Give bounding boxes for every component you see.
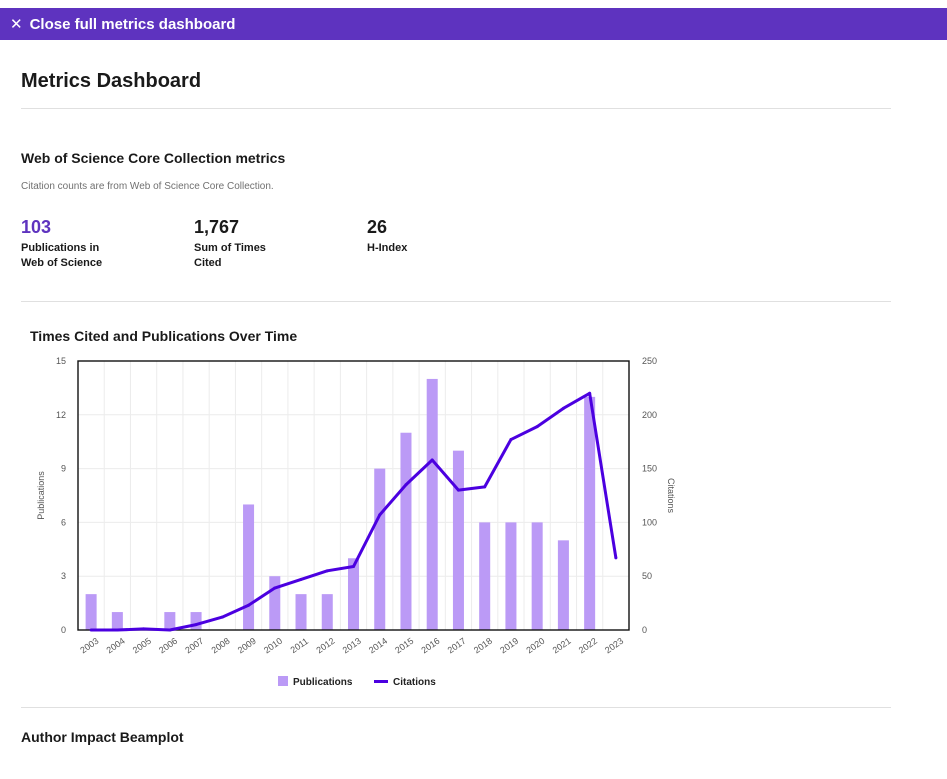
bar [374,468,386,630]
bar [164,612,176,630]
citations-point [115,628,119,632]
metric-h-index: 26 H-Index [367,216,477,256]
x-tick-label: 2003 [78,636,100,656]
bar [584,396,596,630]
y-tick-label: 0 [61,625,66,635]
y2-tick-label: 200 [642,410,657,420]
x-tick-label: 2017 [446,636,468,656]
citations-point [614,556,618,560]
wos-section-title: Web of Science Core Collection metrics [21,150,286,166]
bar [85,594,97,630]
y2-tick-label: 0 [642,625,647,635]
citations-point [378,513,382,517]
x-tick-label: 2021 [551,636,573,656]
citations-point [89,628,93,632]
citations-point [430,458,434,462]
bar [321,594,333,630]
citations-point [299,577,303,581]
metric-label: H-Index [367,242,408,254]
bar [347,558,360,630]
bar [452,450,464,630]
bar [243,504,255,630]
x-tick-label: 2018 [472,636,494,656]
x-tick-label: 2019 [498,636,520,656]
divider [21,108,891,109]
x-tick-label: 2015 [393,636,415,656]
citations-point [168,628,172,632]
y2-tick-label: 250 [642,356,657,366]
metric-value: 26 [367,217,388,237]
y-tick-label: 12 [56,410,66,420]
citations-point [535,425,539,429]
divider [21,301,891,302]
metric-publications[interactable]: 103 Publications in Web of Science [21,216,111,271]
bar [505,522,517,630]
x-tick-label: 2020 [524,636,546,656]
bar [269,576,281,630]
bar [557,540,569,630]
y-tick-label: 6 [61,517,66,527]
metric-value: 1,767 [194,217,240,237]
citations-point [588,391,592,395]
citations-point [561,406,565,410]
bar [531,522,543,630]
bar [295,594,307,630]
y2-tick-label: 100 [642,517,657,527]
citations-point [142,627,146,631]
y-tick-label: 9 [61,464,66,474]
citations-point [325,569,329,573]
citations-point [194,623,198,627]
metric-label: Publications in Web of Science [21,242,103,269]
citations-point [352,565,355,569]
citations-point [456,488,460,492]
x-tick-label: 2011 [289,636,311,655]
x-tick-label: 2022 [577,636,599,656]
x-tick-label: 2014 [367,636,389,656]
metric-label: Sum of Times Cited [194,242,266,269]
x-tick-label: 2007 [183,636,205,656]
y-axis-title: Publications [36,471,46,520]
beamplot-title: Author Impact Beamplot [21,729,184,745]
citations-point [509,438,513,442]
divider [21,707,891,708]
y-tick-label: 15 [56,356,66,366]
x-tick-label: 2012 [314,636,336,656]
bar [400,432,412,630]
x-tick-label: 2005 [131,636,153,656]
chart-title: Times Cited and Publications Over Time [30,328,298,344]
citations-point [220,615,224,619]
metric-value: 103 [21,217,52,237]
bar [426,378,438,630]
legend-label-publications: Publications [293,677,353,688]
x-tick-label: 2006 [157,636,179,656]
legend-label-citations: Citations [393,677,436,688]
x-tick-label: 2013 [341,636,363,656]
close-dashboard-label: Close full metrics dashboard [29,15,236,33]
x-tick-label: 2009 [236,636,258,656]
x-tick-label: 2008 [210,636,232,656]
times-cited-chart: 036912150501001502002502003 2004 2005 2006 2… [36,356,676,688]
citations-point [247,603,251,607]
x-tick-label: 2004 [105,636,127,656]
x-tick-label: 2016 [419,636,441,656]
y2-tick-label: 50 [642,571,652,581]
metric-times-cited: 1,767 Sum of Times Cited [194,216,279,271]
bar [479,522,491,630]
y-tick-label: 3 [61,571,66,581]
citations-point [273,586,277,590]
close-icon: ✕ [10,16,23,33]
bar [190,612,202,630]
citations-point [483,485,487,489]
citations-point [404,483,408,487]
legend-swatch-citations [374,680,388,683]
legend-swatch-publications [278,676,288,686]
citation-note: Citation counts are from Web of Science … [21,181,274,192]
bar [111,612,123,630]
y2-tick-label: 150 [642,464,657,474]
close-dashboard-button[interactable]: ✕ Close full metrics dashboard [0,8,947,40]
x-tick-label: 2023 [603,636,625,656]
page-title: Metrics Dashboard [21,70,202,92]
y2-axis-title: Citations [666,478,676,514]
x-tick-label: 2010 [262,636,284,656]
